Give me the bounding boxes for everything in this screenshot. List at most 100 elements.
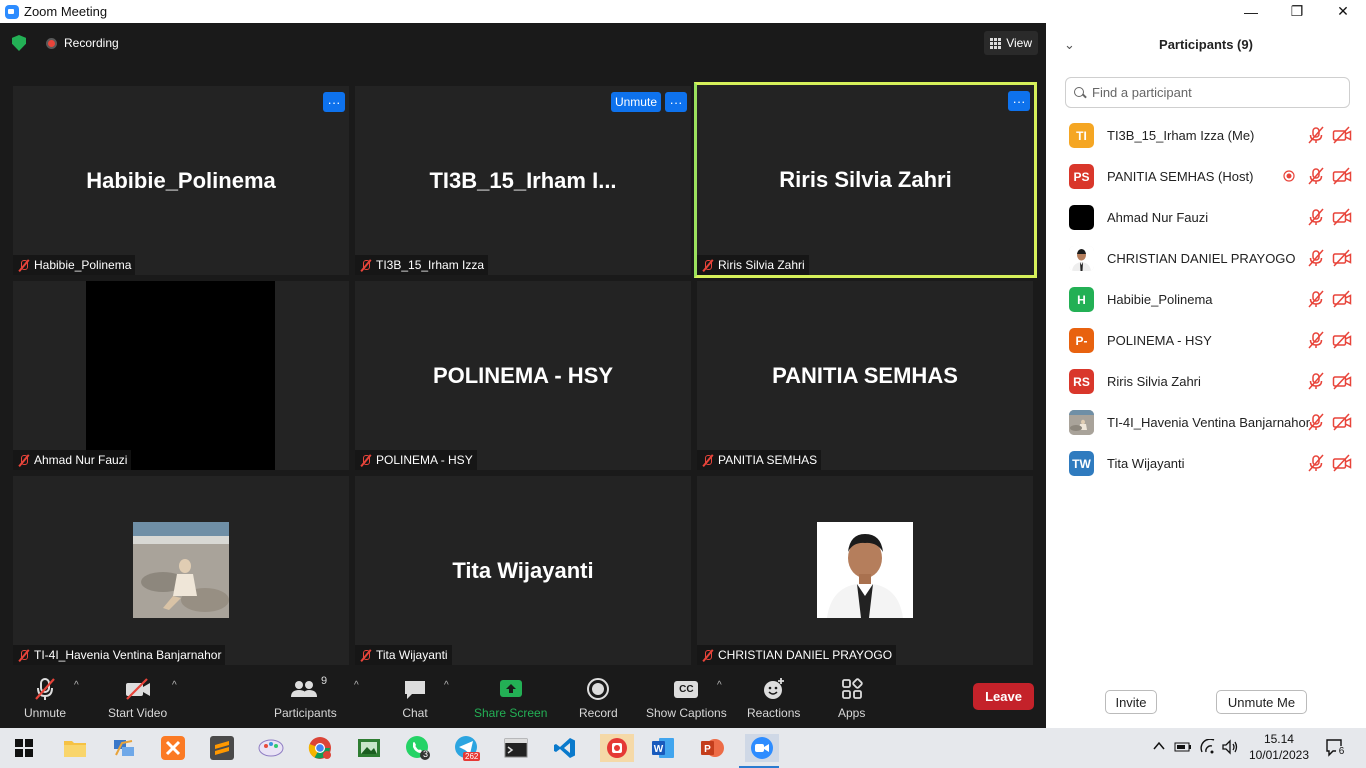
participants-options-caret-icon[interactable]: ^ [354, 680, 359, 691]
view-button[interactable]: View [984, 31, 1038, 55]
captions-options-caret-icon[interactable]: ^ [717, 680, 722, 691]
tile-more-button[interactable]: ··· [323, 92, 345, 112]
video-tile[interactable]: Tita Wijayanti Tita Wijayanti [355, 476, 691, 665]
participants-count: 9 [321, 675, 328, 687]
telegram-icon[interactable]: 262 [453, 734, 481, 762]
cc-glyph: CC [674, 680, 699, 698]
participant-row[interactable]: H Habibie_Polinema [1046, 279, 1366, 320]
share-screen-button[interactable]: Share Screen [474, 676, 547, 720]
participant-row[interactable]: P- POLINEMA - HSY [1046, 320, 1366, 361]
video-tile[interactable]: TI-4I_Havenia Ventina Banjarnahor [13, 476, 349, 665]
sublime-text-icon[interactable] [208, 734, 236, 762]
svg-text:P: P [704, 744, 711, 755]
tile-more-button[interactable]: ··· [665, 92, 687, 112]
wifi-icon[interactable] [1200, 738, 1216, 758]
image-viewer-icon[interactable] [355, 734, 383, 762]
camera-off-icon [1332, 248, 1352, 268]
participant-search-input[interactable] [1092, 85, 1332, 100]
mic-muted-icon [1306, 289, 1326, 309]
apps-button[interactable]: Apps [838, 676, 865, 720]
video-tile[interactable]: Habibie_Polinema ··· Habibie_Polinema [13, 86, 349, 275]
windows-taskbar: 3 262 W P 15.14 10/01/2023 6 [0, 728, 1366, 768]
tile-more-button[interactable]: ··· [1008, 91, 1030, 111]
participant-row[interactable]: TI TI3B_15_Irham Izza (Me) [1046, 115, 1366, 156]
unmute-me-button[interactable]: Unmute Me [1216, 690, 1307, 714]
battery-icon[interactable] [1174, 740, 1192, 757]
search-icon [1074, 86, 1086, 99]
record-button[interactable]: Record [579, 676, 618, 720]
maximize-button[interactable]: ❐ [1274, 0, 1320, 23]
recording-indicator-icon [1279, 166, 1299, 186]
participant-row[interactable]: RS Riris Silvia Zahri [1046, 361, 1366, 402]
mic-muted-icon [1306, 166, 1326, 186]
video-tile[interactable]: POLINEMA - HSY POLINEMA - HSY [355, 281, 691, 470]
participant-name: PANITIA SEMHAS (Host) [1107, 169, 1254, 184]
close-button[interactable]: ✕ [1320, 0, 1366, 23]
start-video-button[interactable]: Start Video [108, 676, 167, 720]
participant-avatar: TI [1069, 123, 1094, 148]
network-computer-icon[interactable] [110, 734, 138, 762]
video-tile[interactable]: CHRISTIAN DANIEL PRAYOGO [697, 476, 1033, 665]
vscode-icon[interactable] [551, 734, 579, 762]
participant-row[interactable]: PS PANITIA SEMHAS (Host) [1046, 156, 1366, 197]
reactions-button[interactable]: Reactions [747, 676, 800, 720]
speaker-icon[interactable] [1221, 739, 1239, 758]
zoom-taskbar-icon[interactable] [739, 734, 779, 768]
participants-icon: 9 [285, 675, 328, 702]
participant-avatar: P- [1069, 328, 1094, 353]
mic-muted-icon [359, 649, 372, 662]
telegram-badge: 262 [465, 752, 479, 761]
participant-row[interactable]: TI-4I_Havenia Ventina Banjarnahor [1046, 402, 1366, 443]
whatsapp-icon[interactable]: 3 [404, 734, 432, 762]
tile-name-label: Ahmad Nur Fauzi [13, 450, 132, 470]
participant-name: CHRISTIAN DANIEL PRAYOGO [1107, 251, 1296, 266]
minimize-button[interactable]: — [1228, 0, 1274, 23]
video-tile[interactable]: PANITIA SEMHAS PANITIA SEMHAS [697, 281, 1033, 470]
tile-unmute-button[interactable]: Unmute [610, 92, 661, 112]
camera-off-icon [1332, 330, 1352, 350]
word-icon[interactable]: W [649, 734, 677, 762]
invite-button[interactable]: Invite [1105, 690, 1157, 714]
notification-center-icon[interactable]: 6 [1325, 738, 1347, 761]
paint-3d-icon[interactable] [257, 734, 285, 762]
presentation-tool-icon[interactable] [600, 734, 634, 762]
participant-name: TI3B_15_Irham Izza (Me) [1107, 128, 1255, 143]
xampp-icon[interactable] [159, 734, 187, 762]
participant-row[interactable]: TW Tita Wijayanti [1046, 443, 1366, 484]
powerpoint-icon[interactable]: P [698, 734, 726, 762]
camera-off-icon [1332, 412, 1352, 432]
participant-row[interactable]: Ahmad Nur Fauzi [1046, 197, 1366, 238]
tray-overflow-chevron-icon[interactable] [1152, 739, 1166, 756]
participant-name: Tita Wijayanti [1107, 456, 1185, 471]
windows-start-icon[interactable] [10, 734, 38, 762]
video-tile[interactable]: TI3B_15_Irham I... Unmute ··· TI3B_15_Ir… [355, 86, 691, 275]
security-shield-icon[interactable] [12, 35, 26, 51]
title-bar: Zoom Meeting — ❐ ✕ [0, 0, 1366, 23]
chat-options-caret-icon[interactable]: ^ [444, 680, 449, 691]
unmute-button[interactable]: Unmute [24, 676, 66, 720]
mic-muted-icon [701, 649, 714, 662]
camera-off-icon [1332, 453, 1352, 473]
video-tile-active-speaker[interactable]: Riris Silvia Zahri ··· Riris Silvia Zahr… [694, 82, 1037, 278]
chat-button[interactable]: Chat [402, 676, 428, 720]
tile-name-label: TI3B_15_Irham Izza [355, 255, 489, 275]
tile-display-name: POLINEMA - HSY [432, 362, 614, 388]
chrome-icon[interactable] [306, 734, 334, 762]
video-options-caret-icon[interactable]: ^ [172, 680, 177, 691]
file-explorer-icon[interactable] [61, 734, 89, 762]
tile-display-name: PANITIA SEMHAS [772, 362, 958, 388]
participant-row[interactable]: CHRISTIAN DANIEL PRAYOGO [1046, 238, 1366, 279]
leave-button[interactable]: Leave [973, 683, 1034, 710]
show-captions-button[interactable]: CC Show Captions [646, 676, 727, 720]
camera-off-icon [1332, 207, 1352, 227]
participant-name: Habibie_Polinema [1107, 292, 1213, 307]
participants-button[interactable]: 9 Participants [274, 675, 337, 720]
audio-options-caret-icon[interactable]: ^ [74, 680, 79, 691]
system-clock[interactable]: 15.14 10/01/2023 [1249, 731, 1309, 763]
clock-time: 15.14 [1263, 732, 1294, 746]
participant-search[interactable] [1065, 77, 1350, 108]
mic-muted-icon [1306, 371, 1326, 391]
video-tile[interactable]: Ahmad Nur Fauzi [13, 281, 349, 470]
tile-name: TI-4I_Havenia Ventina Banjarnahor [34, 648, 222, 662]
terminal-icon[interactable] [502, 734, 530, 762]
